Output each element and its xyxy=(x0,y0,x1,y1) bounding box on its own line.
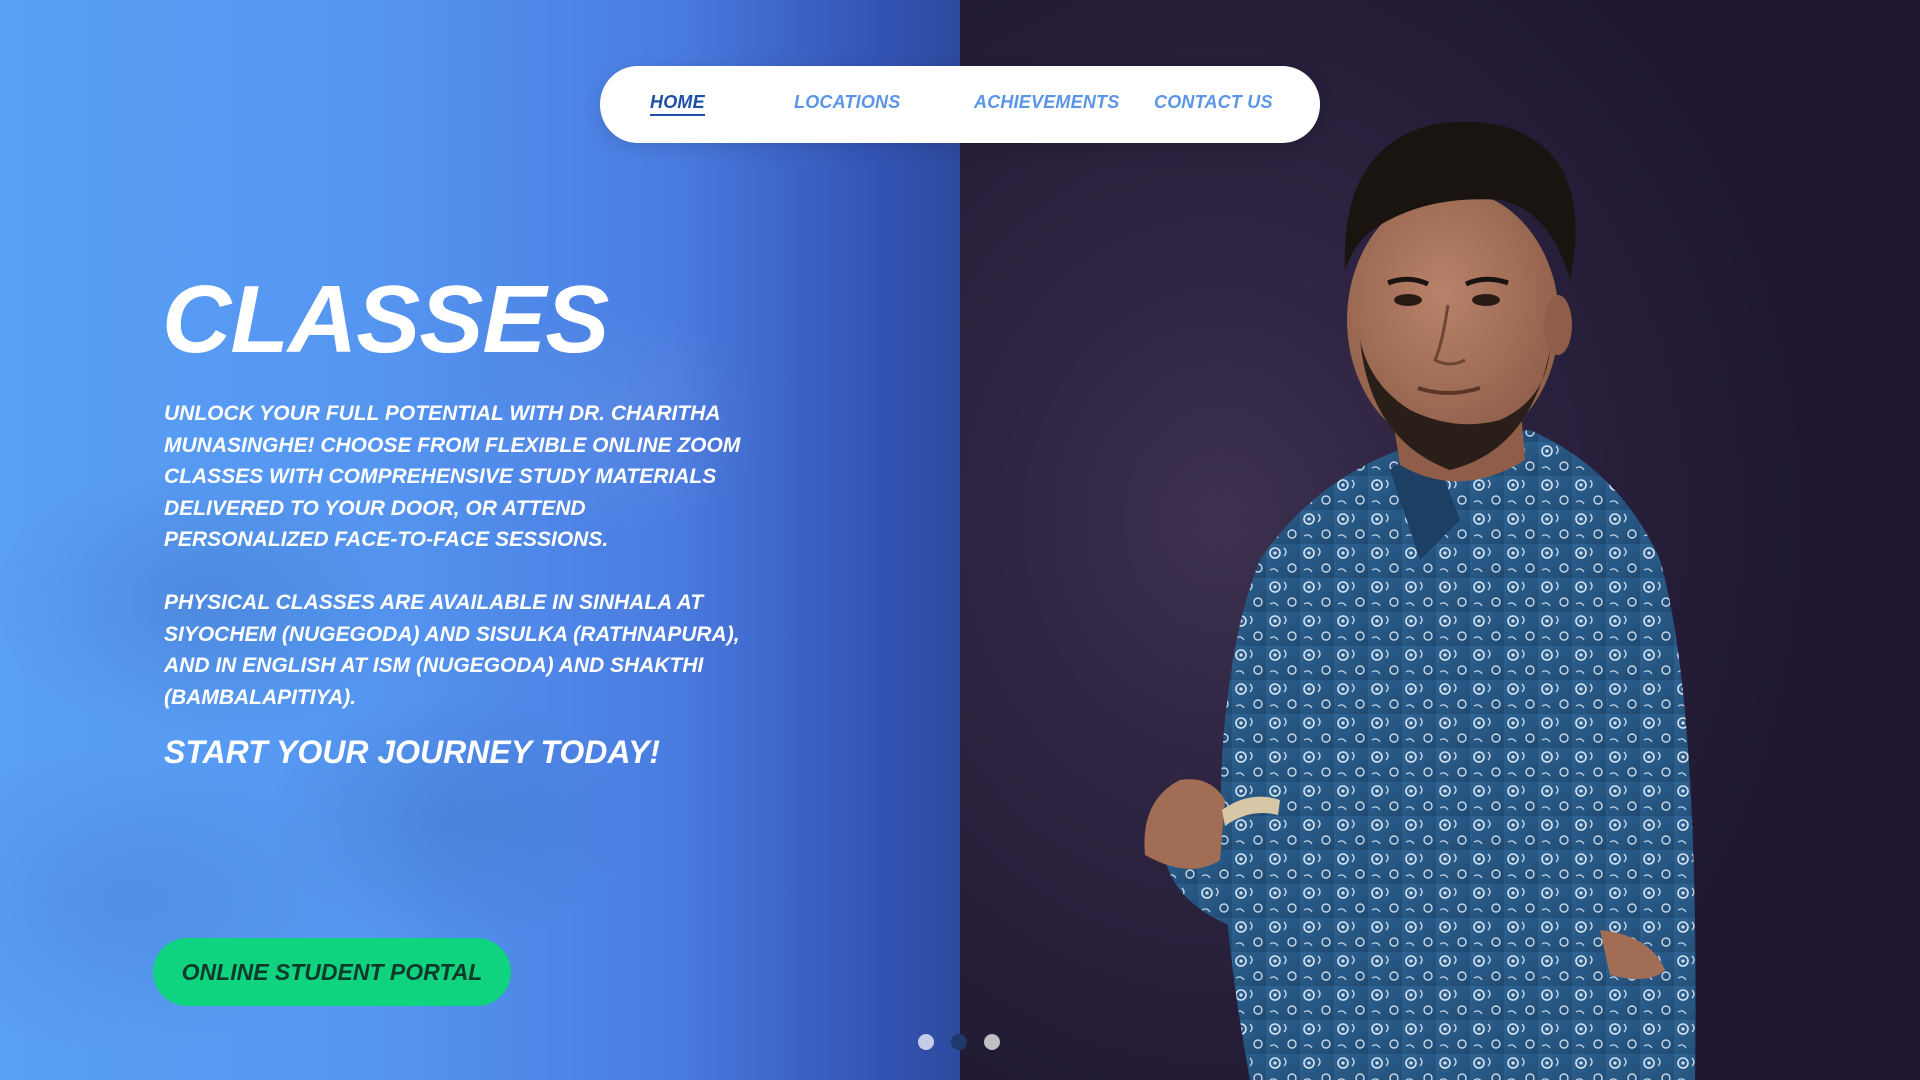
nav-link-contact-us[interactable]: CONTACT US xyxy=(1154,92,1273,113)
nav-link-home[interactable]: HOME xyxy=(650,92,705,116)
intro-paragraph: UNLOCK YOUR FULL POTENTIAL WITH DR. CHAR… xyxy=(164,402,741,551)
locations-paragraph: PHYSICAL CLASSES ARE AVAILABLE IN SINHAL… xyxy=(164,591,740,709)
main-navigation: HOME LOCATIONS ACHIEVEMENTS CONTACT US xyxy=(600,66,1320,143)
nav-link-achievements[interactable]: ACHIEVEMENTS xyxy=(974,92,1119,113)
carousel-dot-1[interactable] xyxy=(918,1034,934,1050)
carousel-dot-2[interactable] xyxy=(951,1034,967,1050)
page-title: CLASSES xyxy=(162,266,609,373)
instructor-portrait xyxy=(1144,121,1696,1080)
tagline: START YOUR JOURNEY TODAY! xyxy=(164,734,661,770)
portrait-panel xyxy=(960,0,1920,1080)
carousel-indicators xyxy=(918,1034,1002,1050)
page: HOME LOCATIONS ACHIEVEMENTS CONTACT US C… xyxy=(0,0,1920,1080)
online-student-portal-button[interactable]: ONLINE STUDENT PORTAL xyxy=(153,938,511,1006)
carousel-dot-3[interactable] xyxy=(984,1034,1000,1050)
nav-link-locations[interactable]: LOCATIONS xyxy=(794,92,900,113)
